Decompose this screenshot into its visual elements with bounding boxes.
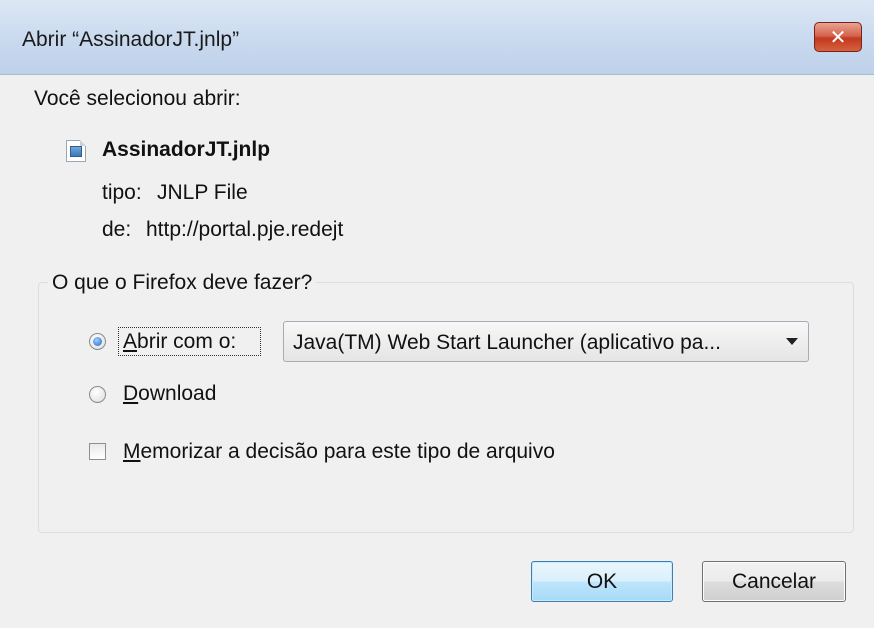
remember-decision-label[interactable]: Memorizar a decisão para este tipo de ar… [123, 440, 555, 464]
action-groupbox [38, 282, 854, 533]
close-icon: ✕ [829, 25, 847, 49]
open-file-dialog: Abrir “AssinadorJT.jnlp” ✕ Você selecion… [0, 0, 874, 628]
title-bar[interactable]: Abrir “AssinadorJT.jnlp” ✕ [0, 0, 874, 75]
remember-decision-checkbox[interactable] [89, 443, 106, 460]
dialog-title: Abrir “AssinadorJT.jnlp” [22, 28, 240, 51]
type-label: tipo: [102, 181, 142, 204]
ok-button[interactable]: OK [531, 561, 673, 602]
open-with-radio[interactable] [89, 333, 106, 350]
open-with-label[interactable]: Abrir com o: [123, 330, 236, 354]
type-value: JNLP File [157, 181, 248, 204]
intro-text: Você selecionou abrir: [34, 87, 241, 110]
download-label[interactable]: Download [123, 382, 216, 406]
action-group-legend: O que o Firefox deve fazer? [48, 271, 317, 295]
close-button[interactable]: ✕ [814, 22, 862, 52]
download-radio[interactable] [89, 386, 106, 403]
file-name: AssinadorJT.jnlp [102, 138, 271, 161]
jnlp-file-icon [66, 140, 86, 162]
cancel-button[interactable]: Cancelar [702, 561, 846, 602]
chevron-down-icon[interactable] [786, 338, 798, 345]
application-select-value: Java(TM) Web Start Launcher (aplicativo … [293, 331, 721, 354]
from-label: de: [102, 218, 132, 241]
from-value: http://portal.pje.redejt [146, 218, 344, 241]
application-select[interactable]: Java(TM) Web Start Launcher (aplicativo … [283, 321, 809, 362]
